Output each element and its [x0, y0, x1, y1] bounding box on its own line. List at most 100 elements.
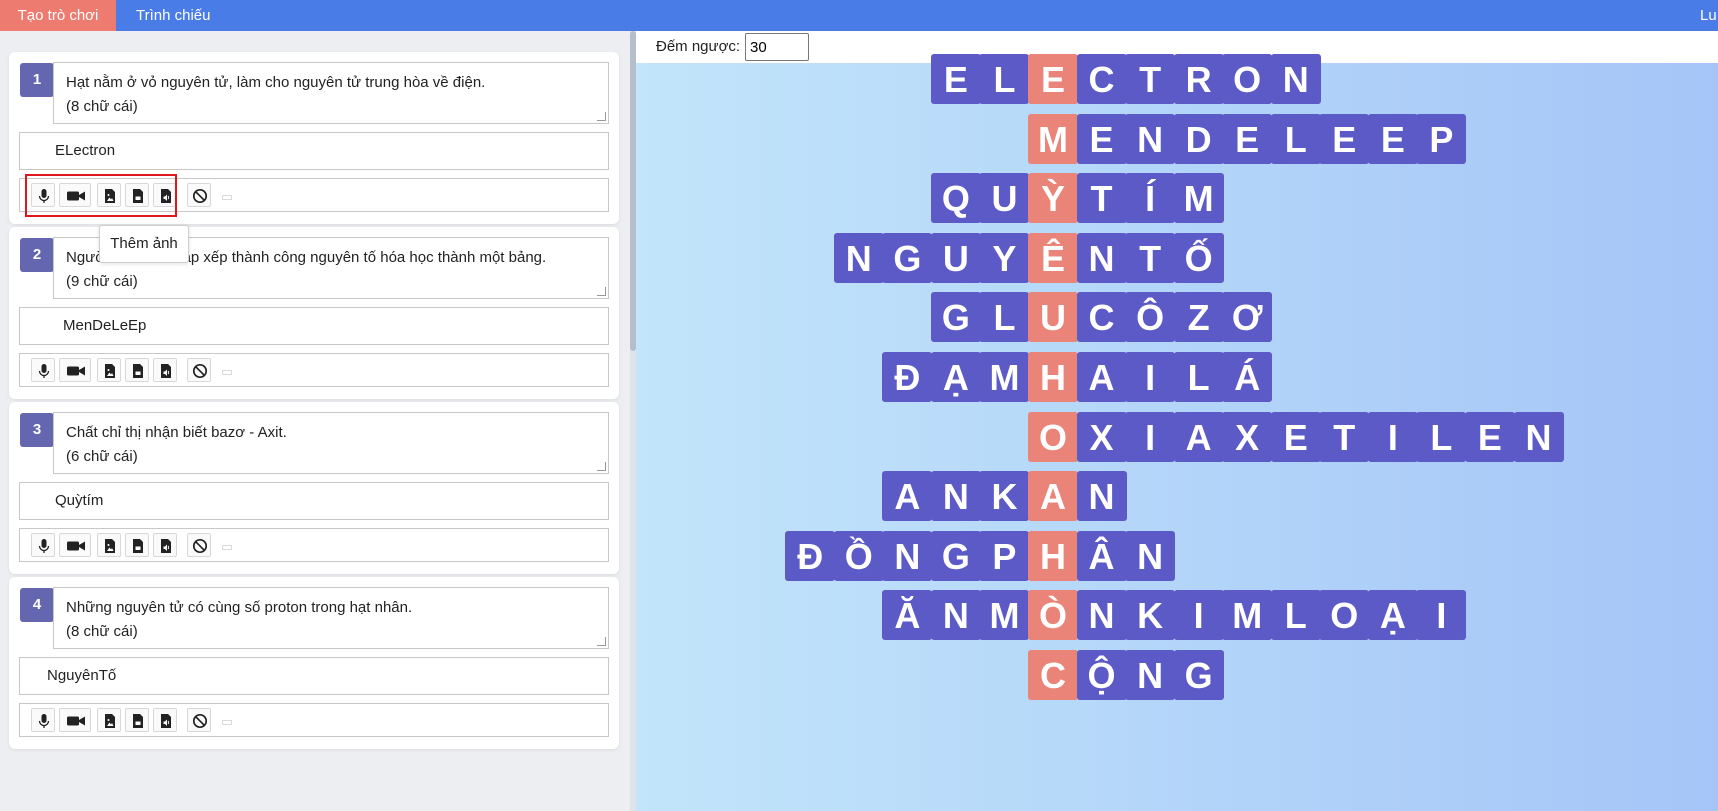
answer-input[interactable]: NguyênTố — [19, 657, 609, 695]
crossword-cell: Ô — [1125, 292, 1176, 343]
crossword-cell: M — [979, 352, 1030, 402]
crossword-cell: T — [1125, 54, 1176, 104]
add-image-button[interactable] — [97, 708, 121, 732]
media-placeholder — [222, 720, 232, 725]
crossword-key-cell: H — [1028, 530, 1078, 581]
crossword-cell: Ạ — [1367, 590, 1418, 641]
question-text: Những nguyên tử có cùng số proton trong … — [66, 599, 413, 616]
add-audio-record-button[interactable] — [31, 358, 55, 382]
add-video-button[interactable] — [59, 708, 91, 732]
crossword-key-cell: Ỳ — [1028, 173, 1078, 224]
add-video-file-button[interactable] — [125, 708, 149, 732]
crossword-cell: X — [1076, 411, 1127, 462]
answer-input[interactable]: Quỳtím — [19, 482, 609, 520]
add-video-file-button[interactable] — [125, 533, 149, 557]
answer-text: MenDeLeEp — [63, 317, 147, 334]
preview-panel: Đếm ngược: ELECTRONMENDELEEPQUỲTÍMNGUYÊN… — [636, 31, 1718, 811]
crossword-cell: L — [979, 292, 1030, 343]
answer-text: Quỳtím — [55, 492, 104, 509]
question-textarea[interactable]: Chất chỉ thị nhận biết bazơ - Axit. (6 ch… — [53, 412, 609, 474]
add-audio-record-button[interactable] — [31, 533, 55, 557]
crossword-cell: C — [1076, 54, 1127, 104]
crossword-cell: Ạ — [930, 352, 981, 402]
top-bar: Tạo trò chơi Trình chiếu Lu — [0, 0, 1718, 31]
crossword-cell: Đ — [785, 530, 836, 581]
crossword-key-cell: O — [1028, 411, 1078, 462]
crossword-cell: A — [882, 471, 933, 522]
crossword-cell: Â — [1076, 530, 1127, 581]
add-video-button[interactable] — [59, 358, 91, 382]
crossword-cell: I — [1125, 411, 1176, 462]
add-audio-file-button[interactable] — [153, 358, 177, 382]
crossword-cell: U — [979, 173, 1030, 224]
crossword-cell: T — [1125, 232, 1176, 283]
crossword-cell: G — [882, 232, 933, 283]
crossword-cell: Đ — [882, 352, 933, 402]
question-textarea[interactable]: Những nguyên tử có cùng số proton trong … — [53, 587, 609, 649]
crossword-cell: E — [930, 54, 981, 104]
crossword-cell: N — [1125, 113, 1176, 164]
clear-media-button[interactable] — [187, 533, 211, 557]
crossword-cell: D — [1173, 113, 1224, 164]
resize-grip-icon[interactable] — [597, 637, 606, 646]
question-number-badge: 3 — [20, 413, 54, 447]
question-number-badge: 4 — [20, 588, 54, 622]
crossword-cell: O — [1319, 590, 1370, 641]
media-toolbar — [19, 528, 609, 562]
tab-create-game[interactable]: Tạo trò chơi — [0, 0, 116, 31]
question-panel: 1 Hạt nằm ở vỏ nguyên tử, làm cho nguyên … — [0, 31, 632, 811]
crossword-key-cell: U — [1028, 292, 1078, 343]
crossword-cell: Ộ — [1076, 650, 1127, 700]
countdown-input[interactable] — [745, 33, 809, 61]
crossword-key-cell: Ò — [1028, 590, 1078, 641]
crossword-cell: G — [930, 292, 981, 343]
crossword-board: ELECTRONMENDELEEPQUỲTÍMNGUYÊNTỐGLUCÔZƠĐẠ… — [636, 54, 1718, 811]
question-card: 4 Những nguyên tử có cùng số proton trong… — [9, 577, 619, 749]
clear-media-button[interactable] — [187, 708, 211, 732]
crossword-cell: A — [1173, 411, 1224, 462]
crossword-cell: L — [1270, 590, 1321, 641]
resize-grip-icon[interactable] — [597, 462, 606, 471]
question-card: 1 Hạt nằm ở vỏ nguyên tử, làm cho nguyên … — [9, 52, 619, 224]
crossword-cell: M — [1222, 590, 1273, 641]
add-audio-file-button[interactable] — [153, 533, 177, 557]
crossword-cell: I — [1367, 411, 1418, 462]
topbar-right-link[interactable]: Lu — [1700, 0, 1717, 31]
crossword-cell: G — [930, 530, 981, 581]
media-toolbar — [19, 353, 609, 387]
add-video-file-button[interactable] — [125, 358, 149, 382]
selection-highlight-box — [25, 174, 177, 217]
add-image-button[interactable] — [97, 358, 121, 382]
crossword-cell: K — [979, 471, 1030, 522]
add-audio-record-button[interactable] — [31, 708, 55, 732]
crossword-cell: K — [1125, 590, 1176, 641]
crossword-cell: N — [1270, 54, 1321, 104]
crossword-cell: E — [1464, 411, 1515, 462]
answer-text: ELectron — [55, 142, 116, 159]
crossword-cell: N — [1513, 411, 1564, 462]
add-video-button[interactable] — [59, 533, 91, 557]
resize-grip-icon[interactable] — [597, 287, 606, 296]
crossword-cell: X — [1222, 411, 1273, 462]
crossword-cell: T — [1319, 411, 1370, 462]
crossword-cell: I — [1173, 590, 1224, 641]
tab-slideshow[interactable]: Trình chiếu — [136, 0, 210, 31]
add-image-button[interactable] — [97, 533, 121, 557]
countdown-label: Đếm ngược: — [656, 38, 741, 55]
crossword-cell: I — [1416, 590, 1467, 641]
clear-media-button[interactable] — [187, 183, 211, 207]
crossword-cell: Á — [1222, 352, 1273, 402]
crossword-cell: Ố — [1173, 232, 1224, 283]
crossword-key-cell: A — [1028, 471, 1078, 522]
clear-media-button[interactable] — [187, 358, 211, 382]
add-audio-file-button[interactable] — [153, 708, 177, 732]
answer-input[interactable]: ELectron — [19, 132, 609, 170]
crossword-cell: L — [1173, 352, 1224, 402]
media-placeholder — [222, 545, 232, 550]
resize-grip-icon[interactable] — [597, 112, 606, 121]
answer-input[interactable]: MenDeLeEp — [19, 307, 609, 345]
crossword-key-cell: M — [1028, 113, 1078, 164]
crossword-cell: E — [1270, 411, 1321, 462]
question-textarea[interactable]: Hạt nằm ở vỏ nguyên tử, làm cho nguyên t… — [53, 62, 609, 124]
crossword-cell: L — [1416, 411, 1467, 462]
